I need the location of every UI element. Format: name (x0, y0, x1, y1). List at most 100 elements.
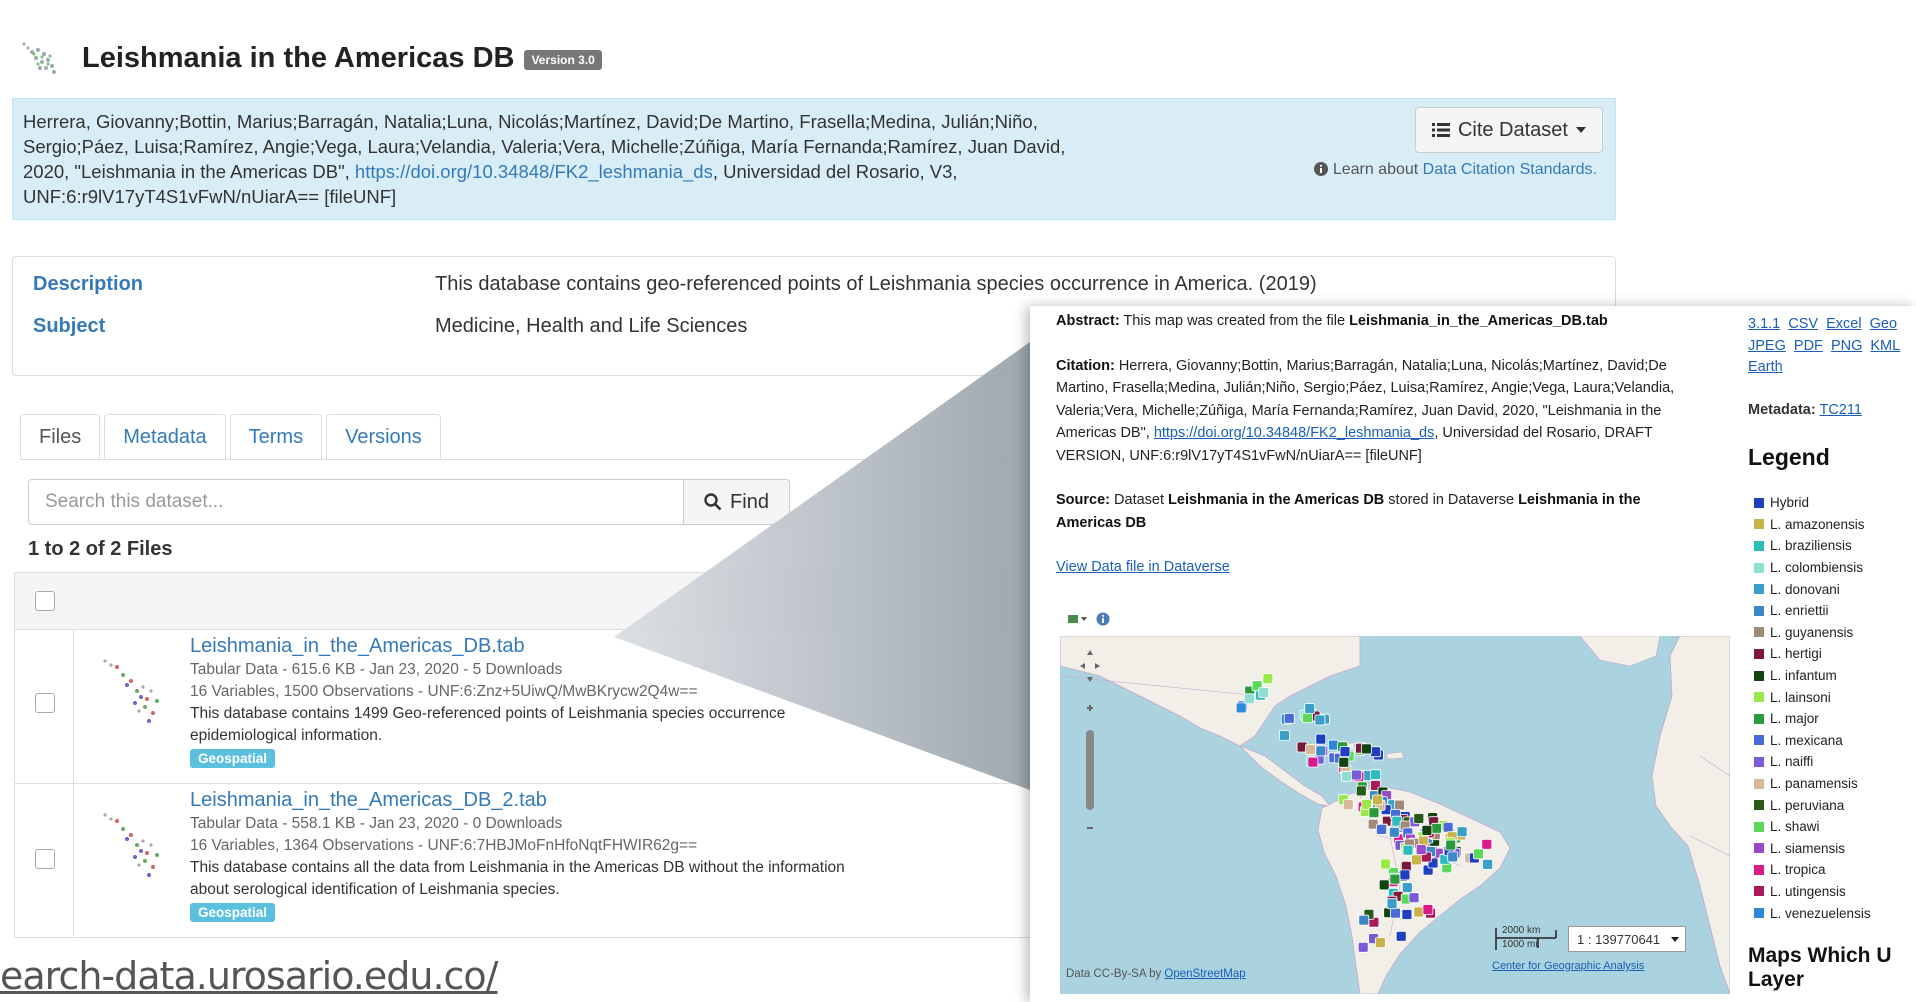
occurrence-marker[interactable] (1314, 714, 1326, 726)
occurrence-marker[interactable] (1395, 930, 1407, 942)
legend-swatch (1754, 648, 1764, 659)
occurrence-marker[interactable] (1258, 687, 1270, 698)
occurrence-marker[interactable] (1315, 745, 1327, 757)
attribution-prefix: Data CC-By-SA by (1066, 968, 1165, 980)
occurrence-marker[interactable] (1378, 879, 1390, 891)
occurrence-marker[interactable] (1442, 821, 1454, 833)
occurrence-marker[interactable] (1399, 869, 1411, 881)
occurrence-marker[interactable] (1355, 785, 1367, 797)
occurrence-marker[interactable] (1361, 743, 1372, 755)
citation-doi-link[interactable]: https://doi.org/10.34848/FK2_leshmania_d… (1154, 425, 1435, 441)
occurrence-marker[interactable] (1401, 909, 1413, 920)
occurrence-marker[interactable] (1402, 844, 1414, 856)
occurrence-marker[interactable] (1390, 907, 1401, 919)
occurrence-marker[interactable] (1342, 799, 1354, 811)
file-name-link[interactable]: Leishmania_in_the_Americas_DB.tab (190, 635, 525, 657)
row-checkbox[interactable] (35, 849, 55, 869)
openstreetmap-link[interactable]: OpenStreetMap (1164, 968, 1245, 980)
occurrence-marker[interactable] (1408, 892, 1420, 904)
format-link[interactable]: CSV (1788, 316, 1818, 332)
occurrence-marker[interactable] (1307, 756, 1319, 768)
occurrence-marker[interactable] (1481, 838, 1493, 850)
occurrence-marker[interactable] (1357, 941, 1369, 953)
occurrence-marker[interactable] (1370, 746, 1381, 758)
occurrence-marker[interactable] (1243, 693, 1255, 705)
occurrence-marker[interactable] (1372, 794, 1383, 806)
occurrence-map[interactable]: 2000 km 1000 mi 1 : 139770641 Data CC-By… (1060, 636, 1730, 994)
occurrence-marker[interactable] (1304, 703, 1316, 714)
occurrence-marker[interactable] (1388, 826, 1400, 838)
occurrence-marker[interactable] (1472, 848, 1484, 860)
occurrence-marker[interactable] (1305, 744, 1316, 755)
row-checkbox[interactable] (35, 693, 55, 713)
occurrence-marker[interactable] (1315, 733, 1327, 745)
format-link[interactable]: KML (1870, 338, 1900, 354)
legend-item: L. utingensis (1754, 881, 1871, 903)
legend-item: Hybrid (1754, 492, 1871, 514)
files-count: 1 to 2 of 2 Files (28, 538, 173, 560)
info-icon[interactable] (1096, 612, 1110, 626)
occurrence-marker[interactable] (1394, 799, 1405, 811)
occurrence-marker[interactable] (1283, 712, 1295, 724)
occurrence-marker[interactable] (1341, 770, 1353, 782)
occurrence-marker[interactable] (1413, 813, 1425, 824)
format-link[interactable]: PNG (1831, 338, 1862, 354)
occurrence-marker[interactable] (1415, 844, 1427, 856)
occurrence-marker[interactable] (1431, 822, 1443, 834)
tab-metadata[interactable]: Metadata (104, 414, 226, 460)
occurrence-marker[interactable] (1235, 702, 1247, 714)
occurrence-marker[interactable] (1374, 937, 1386, 949)
occurrence-marker[interactable] (1370, 769, 1382, 781)
format-link[interactable]: Earth (1748, 359, 1783, 375)
cite-dataset-button[interactable]: Cite Dataset (1414, 107, 1603, 153)
legend-item: L. donovani (1754, 578, 1871, 600)
occurrence-marker[interactable] (1350, 769, 1362, 781)
format-link[interactable]: JPEG (1748, 338, 1786, 354)
format-link[interactable]: Excel (1826, 316, 1861, 332)
file-thumbnail[interactable] (87, 805, 187, 891)
maps-which-line2: Layer (1748, 968, 1805, 991)
metadata-tc211-link[interactable]: TC211 (1819, 402, 1861, 418)
layers-icon[interactable] (1068, 613, 1088, 625)
occurrence-marker[interactable] (1386, 898, 1398, 910)
find-button[interactable]: Find (684, 479, 790, 525)
subject-value: Medicine, Health and Life Sciences (435, 315, 748, 337)
tab-files[interactable]: Files (20, 414, 101, 460)
occurrence-marker[interactable] (1389, 873, 1401, 885)
search-input[interactable] (28, 479, 684, 525)
occurrence-marker[interactable] (1482, 858, 1494, 870)
tab-terms[interactable]: Terms (229, 414, 323, 460)
occurrence-marker[interactable] (1327, 739, 1339, 751)
format-link[interactable]: 3.1.1 (1748, 316, 1780, 332)
view-data-file-link[interactable]: View Data file in Dataverse (1056, 559, 1230, 575)
occurrence-marker[interactable] (1456, 826, 1468, 838)
center-geographic-analysis-link[interactable]: Center for Geographic Analysis (1492, 960, 1644, 972)
citation-doi-link[interactable]: https://doi.org/10.34848/FK2_leshmania_d… (355, 161, 713, 182)
occurrence-marker[interactable] (1375, 823, 1387, 835)
file-name-link[interactable]: Leishmania_in_the_Americas_DB_2.tab (190, 789, 547, 811)
occurrence-marker[interactable] (1445, 839, 1457, 851)
occurrence-marker[interactable] (1338, 756, 1350, 768)
occurrence-marker[interactable] (1411, 854, 1423, 866)
occurrence-marker[interactable] (1380, 858, 1391, 870)
occurrence-marker[interactable] (1368, 807, 1380, 819)
occurrence-marker[interactable] (1279, 730, 1290, 741)
occurrence-marker[interactable] (1413, 906, 1425, 918)
scale-selector[interactable]: 1 : 139770641 (1568, 926, 1686, 952)
format-link[interactable]: Geo (1870, 316, 1897, 332)
occurrence-marker[interactable] (1358, 914, 1370, 926)
occurrence-marker[interactable] (1401, 882, 1413, 894)
file-thumbnail[interactable] (87, 651, 187, 737)
occurrence-marker[interactable] (1339, 746, 1351, 757)
occurrence-marker[interactable] (1302, 712, 1313, 724)
occurrence-marker[interactable] (1447, 851, 1459, 863)
format-link[interactable]: PDF (1794, 338, 1823, 354)
legend-swatch (1754, 886, 1764, 897)
data-citation-standards-link[interactable]: Data Citation Standards. (1423, 161, 1597, 178)
occurrence-marker[interactable] (1262, 673, 1274, 684)
select-all-checkbox[interactable] (35, 591, 55, 611)
tab-versions[interactable]: Versions (326, 414, 441, 460)
occurrence-marker[interactable] (1421, 824, 1433, 836)
zoom-control[interactable] (1080, 650, 1100, 860)
occurrence-marker[interactable] (1422, 904, 1434, 915)
